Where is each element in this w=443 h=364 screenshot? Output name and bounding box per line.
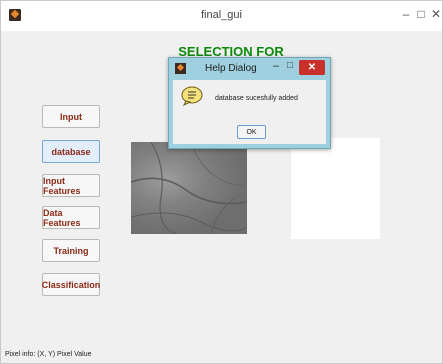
window-title: final_gui xyxy=(201,9,242,21)
ok-button[interactable]: OK xyxy=(237,125,266,139)
classification-button[interactable]: Classification xyxy=(42,273,100,296)
input-features-button[interactable]: Input Features xyxy=(42,174,100,197)
dialog-titlebar[interactable]: Help Dialog – □ ✕ xyxy=(169,58,330,80)
data-features-button[interactable]: Data Features xyxy=(42,206,100,229)
minimize-button[interactable]: – xyxy=(399,7,413,21)
output-axes xyxy=(291,138,380,239)
dialog-title: Help Dialog xyxy=(205,63,257,74)
dialog-close-button[interactable]: ✕ xyxy=(299,60,325,75)
matlab-icon xyxy=(175,63,186,74)
input-image xyxy=(131,142,247,234)
training-button[interactable]: Training xyxy=(42,239,100,262)
maximize-button[interactable]: □ xyxy=(414,7,428,21)
pixel-info-label: Pixel info: (X, Y) Pixel Value xyxy=(5,351,92,358)
close-button[interactable]: ✕ xyxy=(429,7,443,21)
dialog-maximize-button[interactable]: □ xyxy=(287,60,293,71)
input-button[interactable]: Input xyxy=(42,105,100,128)
dialog-body: database sucesfully added OK xyxy=(173,80,326,144)
dialog-minimize-button[interactable]: – xyxy=(273,60,279,72)
help-dialog: Help Dialog – □ ✕ database sucesfully ad… xyxy=(168,57,331,149)
help-speech-icon xyxy=(181,86,203,106)
window-titlebar: final_gui – □ ✕ xyxy=(1,1,442,31)
dialog-message: database sucesfully added xyxy=(215,95,298,102)
main-window: final_gui – □ ✕ SELECTION FOR SPORTS Inp… xyxy=(0,0,443,364)
database-button[interactable]: database xyxy=(42,140,100,163)
